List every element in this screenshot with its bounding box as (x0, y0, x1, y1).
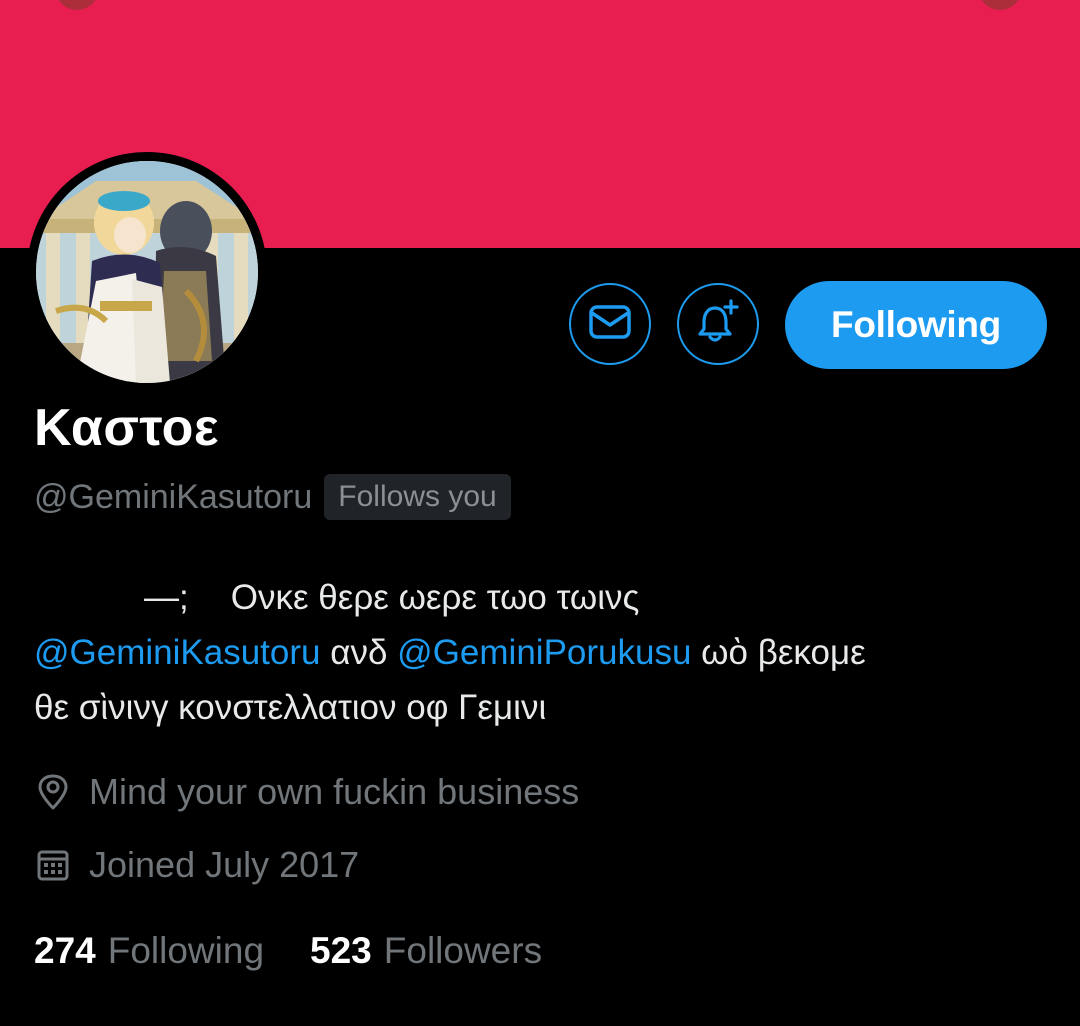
banner-corner-shape (978, 0, 1022, 10)
bio-line: θε σὶνινγ κονστελλατιον οφ Γεμινι (34, 688, 547, 727)
bio-text: ανδ (330, 633, 388, 672)
profile-page: Following Καστοε @GeminiKasutoru Follows… (0, 0, 1080, 1026)
followers-label: Followers (383, 930, 543, 971)
following-stat[interactable]: 274 Following (34, 930, 264, 972)
location-pin-icon (34, 773, 72, 811)
following-count: 274 (34, 930, 96, 971)
location-row: Mind your own fuckin business (34, 767, 579, 817)
bio-prefix: —; (144, 578, 189, 617)
followers-stat[interactable]: 523 Followers (310, 930, 542, 972)
follows-you-badge: Follows you (324, 474, 511, 520)
following-label: Following (107, 930, 265, 971)
handle-row: @GeminiKasutoru Follows you (34, 472, 511, 522)
user-handle: @GeminiKasutoru (34, 477, 313, 516)
following-button[interactable]: Following (785, 281, 1047, 369)
notifications-button[interactable] (677, 283, 759, 365)
location-text: Mind your own fuckin business (89, 771, 580, 812)
bio-line: —; Ονκε θερε ωερε τωο τωινς (34, 570, 1044, 625)
mail-icon (588, 304, 632, 345)
joined-row: Joined July 2017 (34, 840, 359, 890)
calendar-icon (34, 846, 72, 884)
follow-stats: 274 Following 523 Followers (34, 926, 542, 976)
profile-bio: —; Ονκε θερε ωερε τωο τωινς @GeminiKasuto… (34, 570, 1044, 735)
mention-link[interactable]: @GeminiPorukusu (397, 633, 691, 672)
joined-text: Joined July 2017 (89, 844, 360, 885)
avatar-image (36, 161, 258, 383)
profile-avatar[interactable] (27, 152, 267, 392)
display-name: Καστοε (34, 399, 220, 457)
followers-count: 523 (310, 930, 372, 971)
bio-line: @GeminiKasutoru ανδ @GeminiPorukusu ωὸ β… (34, 625, 1044, 680)
bio-text: Ονκε θερε ωερε τωο τωινς (230, 578, 640, 617)
banner-corner-shape (55, 0, 99, 10)
bio-text: ωὸ βεκομε (701, 633, 866, 672)
bell-plus-icon (694, 298, 742, 351)
mention-link[interactable]: @GeminiKasutoru (34, 633, 320, 672)
message-button[interactable] (569, 283, 651, 365)
